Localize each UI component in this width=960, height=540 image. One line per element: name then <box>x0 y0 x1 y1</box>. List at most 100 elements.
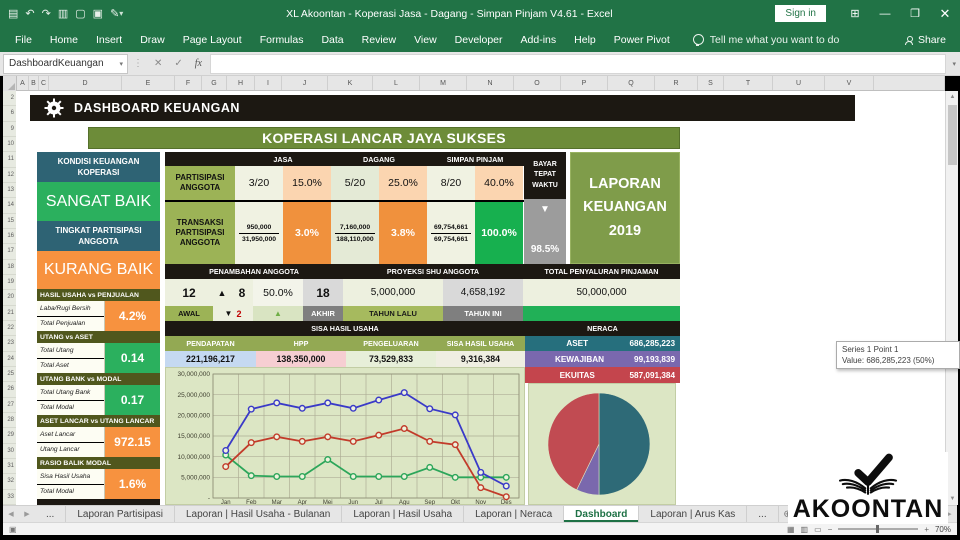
row-header-17[interactable]: 17 <box>3 244 16 260</box>
jasa-transaksi-fraction[interactable]: 950,000 31,950,000 <box>235 202 283 264</box>
tingkat-partisipasi-value[interactable]: KURANG BAIK <box>37 251 160 289</box>
sheet-tab-[interactable]: ... <box>35 506 67 522</box>
dagang-transaksi-fraction[interactable]: 7,160,000 188,110,000 <box>331 202 379 264</box>
simpan-ratio-cell[interactable]: 8/20 <box>427 166 475 200</box>
neraca-pie-chart[interactable] <box>528 383 676 505</box>
zoom-in-icon[interactable]: + <box>924 525 929 534</box>
pen-icon[interactable]: ✎ <box>110 7 119 20</box>
column-header-e[interactable]: E <box>122 76 175 90</box>
row-header-29[interactable]: 29 <box>3 428 16 444</box>
ribbon-tab-power-pivot[interactable]: Power Pivot <box>605 34 679 46</box>
row-header-12[interactable]: 12 <box>3 168 16 183</box>
column-header-d[interactable]: D <box>49 76 122 90</box>
new-sheet-icon[interactable]: ▣ <box>93 7 103 20</box>
ratio-value-1[interactable]: 0.14 <box>105 343 160 373</box>
ribbon-tab-file[interactable]: File <box>6 34 41 46</box>
cancel-icon[interactable]: ✕ <box>148 58 168 69</box>
name-box-caret-icon[interactable]: ▾ <box>119 60 127 68</box>
kondisi-keuangan-value[interactable]: SANGAT BAIK <box>37 182 160 221</box>
column-header-m[interactable]: M <box>420 76 467 90</box>
name-box[interactable]: DashboardKeuangan ▾ <box>3 53 128 74</box>
insert-function-icon[interactable]: fx <box>189 58 208 69</box>
sheet-tab-[interactable]: ... <box>747 506 779 522</box>
dagang-transaksi-pct[interactable]: 3.8% <box>379 202 427 264</box>
column-header-b[interactable]: B <box>29 76 39 90</box>
column-header-g[interactable]: G <box>202 76 227 90</box>
dagang-ratio-cell[interactable]: 5/20 <box>331 166 379 200</box>
row-header-15[interactable]: 15 <box>3 214 16 229</box>
formula-input[interactable] <box>210 53 947 74</box>
row-header-33[interactable]: 33 <box>3 490 16 505</box>
column-header-h[interactable]: H <box>227 76 255 90</box>
hpp-value[interactable]: 138,350,000 <box>256 351 346 367</box>
column-header-u[interactable]: U <box>773 76 825 90</box>
column-header-s[interactable]: S <box>698 76 724 90</box>
row-header-26[interactable]: 26 <box>3 382 16 398</box>
row-header-31[interactable]: 31 <box>3 459 16 475</box>
column-header-n[interactable]: N <box>467 76 514 90</box>
dagang-ratio-pct-cell[interactable]: 25.0% <box>379 166 427 200</box>
zoom-slider-thumb[interactable] <box>876 525 880 533</box>
ratio-value-0[interactable]: 4.2% <box>105 301 160 331</box>
zoom-slider[interactable] <box>838 525 919 533</box>
row-header-16[interactable]: 16 <box>3 229 16 245</box>
ribbon-tab-developer[interactable]: Developer <box>446 34 512 46</box>
sheet-tab-laporan-partisipasi[interactable]: Laporan Partisipasi <box>66 506 175 522</box>
column-header-o[interactable]: O <box>514 76 561 90</box>
row-header-11[interactable]: 11 <box>3 152 16 168</box>
row-header-22[interactable]: 22 <box>3 321 16 337</box>
sheet-tab-laporan-arus-kas[interactable]: Laporan | Arus Kas <box>639 506 748 522</box>
enter-icon[interactable]: ✓ <box>168 58 188 69</box>
sheet-tab-laporan-neraca[interactable]: Laporan | Neraca <box>464 506 565 522</box>
sheet-nav-prev-icon[interactable]: ◀ <box>3 506 19 522</box>
pie-slice-aset[interactable] <box>598 392 651 496</box>
page-layout-view-icon[interactable]: ▥ <box>801 525 809 534</box>
scroll-up-icon[interactable]: ▲ <box>946 91 959 103</box>
neraca-row-ekuitas[interactable]: EKUITAS 587,091,384 <box>525 367 680 383</box>
zoom-out-icon[interactable]: − <box>828 525 833 534</box>
anggota-akhir-value[interactable]: 18 <box>303 279 343 306</box>
sheet-tab-dashboard[interactable]: Dashboard <box>564 506 640 522</box>
sheet-nav-next-icon[interactable]: ▶ <box>19 506 35 522</box>
ribbon-tab-home[interactable]: Home <box>41 34 87 46</box>
column-header-k[interactable]: K <box>328 76 373 90</box>
row-header-25[interactable]: 25 <box>3 367 16 383</box>
row-header-32[interactable]: 32 <box>3 474 16 490</box>
tell-me-search[interactable]: Tell me what you want to do <box>692 34 839 46</box>
column-header-i[interactable]: I <box>255 76 282 90</box>
minimize-icon[interactable]: — <box>870 3 900 25</box>
row-header-30[interactable]: 30 <box>3 444 16 459</box>
shu-tahun-ini-value[interactable]: 4,658,192 <box>443 279 523 306</box>
row-header-27[interactable]: 27 <box>3 398 16 413</box>
shu-line-chart[interactable]: - 5,000,000 10,000,000 15,000,000 20,000,000… <box>165 367 525 506</box>
save-icon[interactable]: ▤ <box>8 7 18 20</box>
row-header-10[interactable]: 10 <box>3 137 16 153</box>
ratio-value-3[interactable]: 972.15 <box>105 427 160 457</box>
anggota-pct-value[interactable]: 50.0% <box>253 279 303 306</box>
column-header-p[interactable]: P <box>561 76 608 90</box>
row-header-24[interactable]: 24 <box>3 352 16 367</box>
row-header-28[interactable]: 28 <box>3 413 16 429</box>
close-icon[interactable]: ✕ <box>930 3 960 25</box>
row-header-23[interactable]: 23 <box>3 336 16 352</box>
row-header-13[interactable]: 13 <box>3 183 16 199</box>
row-header-20[interactable]: 20 <box>3 290 16 306</box>
redo-icon[interactable]: ↷ <box>42 7 51 20</box>
column-header-r[interactable]: R <box>655 76 698 90</box>
column-header-v[interactable]: V <box>825 76 874 90</box>
pendapatan-value[interactable]: 221,196,217 <box>165 351 256 367</box>
column-header-j[interactable]: J <box>282 76 328 90</box>
simpan-transaksi-fraction[interactable]: 69,754,661 69,754,661 <box>427 202 475 264</box>
column-header-c[interactable]: C <box>39 76 49 90</box>
sisa-hasil-usaha-value[interactable]: 9,316,384 <box>436 351 525 367</box>
shu-tahun-lalu-value[interactable]: 5,000,000 <box>343 279 443 306</box>
sheet-tab-laporan-hasil-usaha-bulanan[interactable]: Laporan | Hasil Usaha - Bulanan <box>175 506 343 522</box>
column-header-q[interactable]: Q <box>608 76 655 90</box>
restore-down-icon[interactable]: ❐ <box>900 3 930 25</box>
document-icon[interactable]: ▢ <box>75 7 85 20</box>
row-header-9[interactable]: 9 <box>3 122 16 137</box>
column-header-t[interactable]: T <box>724 76 773 90</box>
bayar-tepat-waktu-cell[interactable]: ▼ 98.5% <box>524 199 566 264</box>
column-header-f[interactable]: F <box>175 76 202 90</box>
jasa-ratio-cell[interactable]: 3/20 <box>235 166 283 200</box>
